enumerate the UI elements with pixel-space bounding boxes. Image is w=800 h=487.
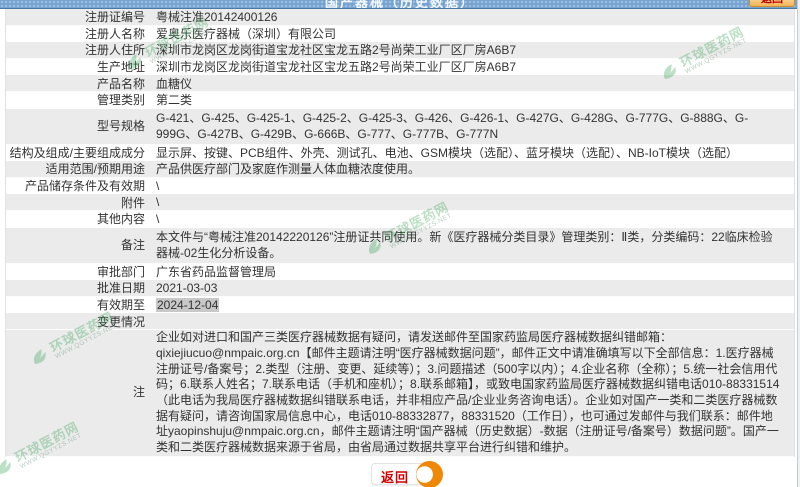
row-value: 粤械注准20142400126	[152, 8, 794, 25]
row-label: 批准日期	[6, 279, 152, 296]
row-label: 注册人名称	[6, 25, 152, 42]
row-value: 血糖仪	[152, 75, 794, 92]
row-remark: 备注 本文件与“粤械注准20142220126”注册证共同使用。新《医疗器械分类…	[6, 228, 794, 264]
row-value: \	[152, 195, 794, 209]
row-label: 型号规格	[6, 118, 152, 134]
row-note: 注 企业如对进口和国产三类医疗器械数据有疑问，请发送邮件至国家药监局医疗器械数据…	[6, 330, 794, 457]
row-value: G-421、G-425、G-425-1、G-425-2、G-425-3、G-42…	[152, 110, 794, 142]
row-intended-use: 适用范围/预期用途 产品供医疗部门及家庭作测量人体血糖浓度使用。	[6, 161, 794, 178]
row-label: 变更情况	[6, 313, 152, 330]
row-storage: 产品储存条件及有效期 \	[6, 178, 794, 195]
row-label: 生产地址	[6, 58, 152, 75]
row-label: 管理类别	[6, 91, 152, 108]
row-label: 注册证编号	[6, 8, 152, 25]
row-value: 本文件与“粤械注准20142220126”注册证共同使用。新《医疗器械分类目录》…	[152, 229, 794, 261]
row-label: 适用范围/预期用途	[6, 160, 152, 177]
row-approval-dept: 审批部门 广东省药品监督管理局	[6, 264, 794, 281]
row-label: 注	[6, 385, 152, 401]
back-button[interactable]: 返回	[371, 463, 429, 485]
row-label: 结构及组成/主要组成成分	[6, 144, 152, 161]
row-value: 2021-03-03	[152, 281, 794, 295]
row-label: 附件	[6, 194, 152, 211]
row-value: 爱奥乐医疗器械（深圳）有限公司	[152, 25, 794, 42]
top-back-button[interactable]: 返回	[749, 0, 795, 7]
row-label: 备注	[6, 237, 152, 253]
row-label: 注册人住所	[6, 41, 152, 58]
row-other-content: 其他内容 \	[6, 211, 794, 228]
row-value: 产品供医疗部门及家庭作测量人体血糖浓度使用。	[152, 160, 794, 177]
row-value: 显示屏、按键、PCB组件、外壳、测试孔、电池、GSM模块（选配）、蓝牙模块（选配…	[152, 144, 794, 161]
row-value: \	[152, 212, 794, 226]
row-value: 2024-12-04	[152, 298, 794, 312]
row-cert-number: 注册证编号 粤械注准20142400126	[6, 9, 794, 26]
row-value: 企业如对进口和国产三类医疗器械数据有疑问，请发送邮件至国家药监局医疗器械数据纠错…	[152, 330, 794, 456]
row-value: \	[152, 179, 794, 193]
row-attachment: 附件 \	[6, 194, 794, 211]
row-value: 第二类	[152, 91, 794, 108]
row-label: 产品名称	[6, 75, 152, 92]
footer: 返回	[0, 457, 800, 487]
row-production-address: 生产地址 深圳市龙岗区龙岗街道宝龙社区宝龙五路2号尚荣工业厂区厂房A6B7	[6, 59, 794, 76]
row-registrant-address: 注册人住所 深圳市龙岗区龙岗街道宝龙社区宝龙五路2号尚荣工业厂区厂房A6B7	[6, 42, 794, 59]
row-label: 其他内容	[6, 210, 152, 227]
back-button-label: 返回	[381, 467, 409, 486]
row-valid-until: 有效期至 2024-12-04	[6, 297, 794, 314]
row-model-specs: 型号规格 G-421、G-425、G-425-1、G-425-2、G-425-3…	[6, 109, 794, 145]
row-label: 有效期至	[6, 296, 152, 313]
back-button-circle-icon	[416, 461, 443, 487]
row-approval-date: 批准日期 2021-03-03	[6, 280, 794, 297]
row-value: 深圳市龙岗区龙岗街道宝龙社区宝龙五路2号尚荣工业厂区厂房A6B7	[152, 41, 794, 58]
row-label: 产品储存条件及有效期	[6, 177, 152, 194]
row-registrant-name: 注册人名称 爱奥乐医疗器械（深圳）有限公司	[6, 26, 794, 43]
row-value: 广东省药品监督管理局	[152, 263, 794, 280]
selected-text: 2024-12-04	[156, 298, 219, 312]
row-management-class: 管理类别 第二类	[6, 92, 794, 109]
row-label: 审批部门	[6, 263, 152, 280]
row-product-name: 产品名称 血糖仪	[6, 75, 794, 92]
row-value: 深圳市龙岗区龙岗街道宝龙社区宝龙五路2号尚荣工业厂区厂房A6B7	[152, 58, 794, 75]
row-composition: 结构及组成/主要组成成分 显示屏、按键、PCB组件、外壳、测试孔、电池、GSM模…	[6, 145, 794, 162]
registration-detail-table: 注册证编号 粤械注准20142400126 注册人名称 爱奥乐医疗器械（深圳）有…	[0, 9, 800, 457]
row-change-status: 变更情况	[6, 313, 794, 330]
